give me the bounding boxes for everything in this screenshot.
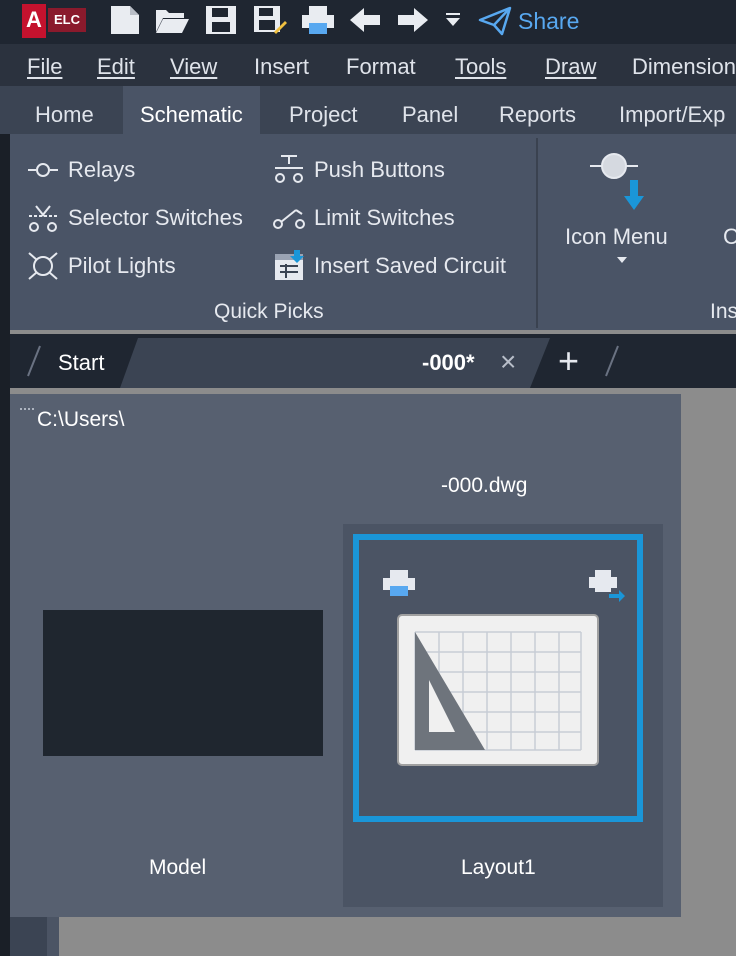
- redo-icon[interactable]: [396, 6, 430, 34]
- file-path-text: C:\Users\: [37, 408, 125, 431]
- menu-format[interactable]: Format: [346, 54, 416, 80]
- tab-start[interactable]: Start: [58, 350, 104, 376]
- push-buttons-label: Push Buttons: [314, 157, 445, 182]
- layout-sheet-icon: [397, 614, 599, 766]
- tab-project[interactable]: Project: [272, 86, 374, 134]
- print-icon[interactable]: [300, 4, 336, 36]
- undo-icon[interactable]: [348, 6, 382, 34]
- drawing-preview-panel: C:\Users\ -000.dwg Model Layout1: [10, 394, 681, 917]
- plot-icon[interactable]: [381, 568, 417, 600]
- layout1-thumbnail-frame[interactable]: [353, 534, 643, 822]
- tab-import-export[interactable]: Import/Exp: [602, 86, 736, 134]
- menu-edit[interactable]: Edit: [97, 54, 135, 80]
- customize-dropdown-icon[interactable]: [444, 12, 462, 28]
- tab-reports[interactable]: Reports: [482, 86, 593, 134]
- menu-file[interactable]: File: [27, 54, 62, 80]
- insert-panel-clipped-button[interactable]: C: [723, 224, 736, 250]
- save-icon[interactable]: [204, 4, 238, 36]
- model-label: Model: [149, 856, 207, 879]
- pilot-lights-label: Pilot Lights: [68, 253, 176, 278]
- pilot-light-icon: [28, 252, 58, 280]
- tab-schematic[interactable]: Schematic: [123, 86, 260, 134]
- publish-icon[interactable]: [587, 568, 627, 602]
- grip-dots-icon: [20, 408, 34, 414]
- limit-switches-label: Limit Switches: [314, 205, 455, 230]
- tab-home[interactable]: Home: [18, 86, 111, 134]
- limit-switch-icon: [273, 209, 305, 229]
- window-left-edge: [0, 0, 10, 956]
- menu-dimension[interactable]: Dimension: [632, 54, 736, 80]
- tab-panel[interactable]: Panel: [385, 86, 475, 134]
- document-tab-bar: Start -000* × +: [10, 334, 736, 388]
- icon-menu-dropdown-icon[interactable]: [616, 256, 628, 264]
- tab-separator: [27, 345, 41, 377]
- limit-switches-button[interactable]: Limit Switches: [272, 198, 455, 238]
- ribbon-tab-bar: Home Schematic Project Panel Reports Imp…: [0, 86, 736, 134]
- insert-saved-circuit-label: Insert Saved Circuit: [314, 253, 506, 278]
- active-doc-tab-shape: [120, 338, 550, 388]
- pilot-lights-button[interactable]: Pilot Lights: [26, 246, 176, 286]
- new-file-icon[interactable]: [108, 4, 142, 36]
- relay-icon: [28, 163, 58, 177]
- tab-current-drawing[interactable]: -000*: [422, 350, 475, 376]
- relays-button[interactable]: Relays: [26, 150, 135, 190]
- new-tab-icon[interactable]: +: [558, 340, 579, 382]
- share-paper-plane-icon[interactable]: [478, 6, 512, 36]
- insert-panel-label: Ins: [710, 300, 736, 323]
- menu-tools[interactable]: Tools: [455, 54, 506, 80]
- ribbon-panel-divider: [536, 138, 538, 328]
- selector-switches-button[interactable]: Selector Switches: [26, 198, 243, 238]
- menu-view[interactable]: View: [170, 54, 217, 80]
- elc-badge: ELC: [48, 8, 86, 32]
- menu-bar: File Edit View Insert Format Tools Draw …: [0, 44, 736, 86]
- push-buttons-button[interactable]: Push Buttons: [272, 150, 445, 190]
- ribbon-panel: Relays Selector Switches Pilot Lights Pu…: [10, 134, 736, 330]
- relays-label: Relays: [68, 157, 136, 182]
- icon-menu-button[interactable]: Icon Menu: [565, 224, 668, 250]
- push-button-icon: [275, 155, 303, 183]
- quick-picks-panel-label: Quick Picks: [214, 300, 324, 323]
- share-button[interactable]: Share: [518, 8, 579, 35]
- model-thumbnail[interactable]: [43, 610, 323, 756]
- insert-saved-circuit-button[interactable]: Insert Saved Circuit: [272, 246, 506, 286]
- drawing-filename: -000.dwg: [441, 474, 528, 497]
- saved-circuit-icon: [275, 250, 304, 280]
- menu-insert[interactable]: Insert: [254, 54, 309, 80]
- menu-draw[interactable]: Draw: [545, 54, 596, 80]
- icon-menu-icon[interactable]: [590, 148, 656, 214]
- close-tab-icon[interactable]: ×: [500, 346, 516, 378]
- save-as-icon[interactable]: [252, 4, 288, 36]
- open-folder-icon[interactable]: [154, 6, 190, 34]
- selector-switch-icon: [29, 205, 57, 232]
- selector-switches-label: Selector Switches: [68, 205, 243, 230]
- quick-access-toolbar: A ELC Share: [0, 0, 736, 44]
- tab-separator-end: [605, 345, 619, 377]
- app-logo-button[interactable]: A: [22, 4, 46, 38]
- layout1-card[interactable]: Layout1: [343, 524, 663, 907]
- layout1-label: Layout1: [461, 856, 536, 879]
